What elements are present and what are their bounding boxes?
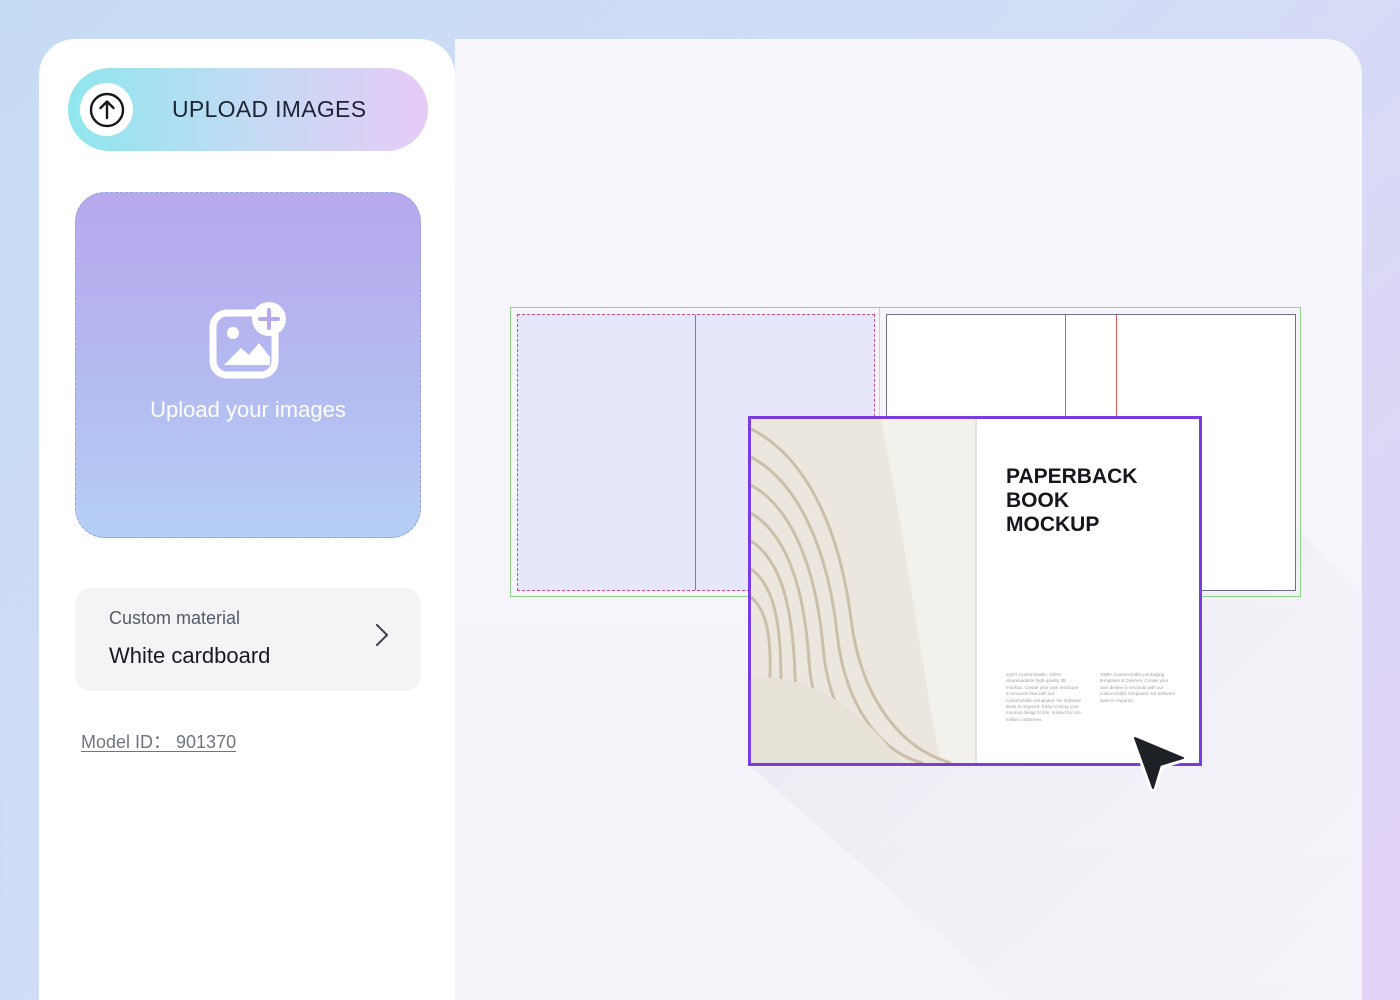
mockup-title: PAPERBACK BOOK MOCKUP xyxy=(1006,465,1186,537)
image-dropzone[interactable]: Upload your images xyxy=(75,192,421,538)
arrow-up-circle-icon xyxy=(89,92,124,127)
dropzone-text: Upload your images xyxy=(150,397,346,422)
upload-images-button[interactable]: UPLOAD IMAGES xyxy=(68,68,428,151)
spine-divider xyxy=(975,419,977,763)
material-caption: Custom material xyxy=(109,608,241,628)
design-canvas[interactable]: PAPERBACK BOOK MOCKUP 100% Customizable,… xyxy=(455,39,1362,1000)
material-value: White cardboard xyxy=(109,643,271,668)
upload-images-label: UPLOAD IMAGES xyxy=(172,96,367,122)
upload-icon-circle xyxy=(80,83,133,136)
chevron-right-icon xyxy=(376,624,388,646)
add-image-icon xyxy=(209,302,286,379)
fine-print-left: 100% Customizable, 100% downloadable hig… xyxy=(1006,672,1082,722)
model-id-link[interactable]: Model ID： 901370 xyxy=(81,728,236,754)
sidebar: UPLOAD IMAGES Upload your images Custom … xyxy=(39,39,455,1000)
mockup-preview-card[interactable]: PAPERBACK BOOK MOCKUP 100% Customizable,… xyxy=(748,416,1202,766)
fine-print-right: 2000+ Customizable packaging templates &… xyxy=(1100,672,1176,703)
title-line: PAPERBACK xyxy=(1006,465,1138,488)
custom-material-selector[interactable]: Custom material White cardboard xyxy=(75,588,421,691)
title-line: BOOK xyxy=(1006,489,1069,512)
abstract-waves-image xyxy=(751,419,975,763)
fold-line xyxy=(695,315,696,590)
pointer-cursor-icon xyxy=(1131,734,1187,792)
cover-photo xyxy=(751,419,975,763)
title-line: MOCKUP xyxy=(1006,513,1100,536)
